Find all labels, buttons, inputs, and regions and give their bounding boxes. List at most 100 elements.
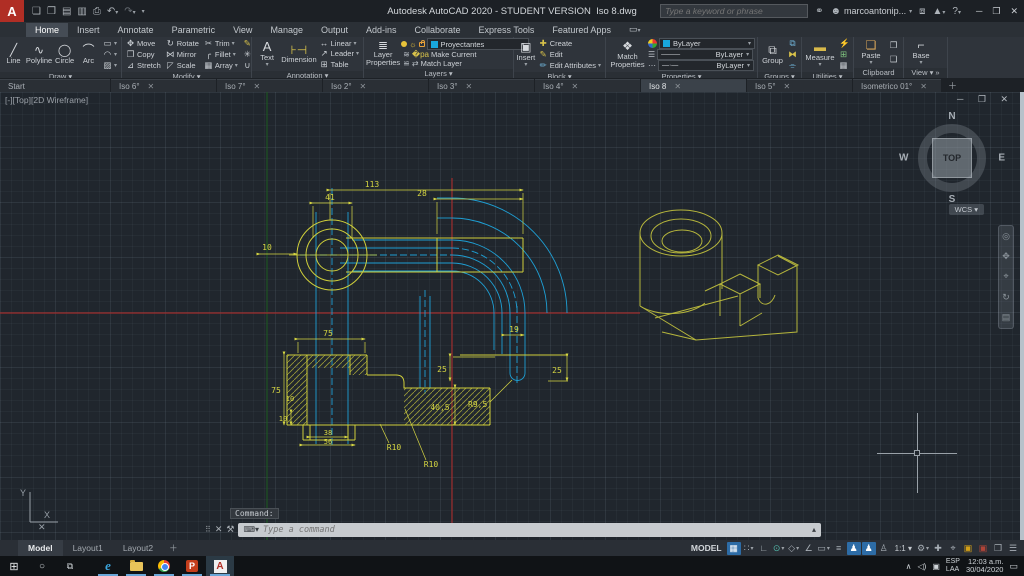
viewcube-west[interactable]: W	[899, 153, 908, 164]
search-icon[interactable]: ⚭	[815, 6, 823, 17]
measure-button[interactable]: ▬ Measure ▾	[804, 38, 836, 71]
signin-user[interactable]: ☻ marcoantonip... ▾	[831, 6, 913, 17]
command-expand-icon[interactable]: ▴	[812, 525, 816, 534]
create-block-button[interactable]: ✚ Create	[537, 38, 603, 49]
taskbar-clock[interactable]: 12:03 a.m. 30/04/2020	[966, 557, 1004, 575]
group-edit-button[interactable]: ⧓	[786, 49, 799, 60]
quick-select-button[interactable]: ⚡	[837, 38, 850, 49]
close-tab-icon[interactable]: ✕	[254, 82, 261, 91]
minimize-button[interactable]: ─	[976, 6, 982, 17]
dynamic-input-icon[interactable]: ▭ ▾	[817, 542, 831, 555]
quick-calc-button[interactable]: ⊞	[837, 49, 850, 60]
tab-collaborate[interactable]: Collaborate	[406, 23, 470, 37]
insert-button[interactable]: ▣ Insert ▾	[516, 38, 536, 71]
tab-manage[interactable]: Manage	[261, 23, 312, 37]
grid-toggle-icon[interactable]: ▦	[726, 541, 741, 555]
new-file-icon[interactable]: ❏	[32, 6, 41, 17]
command-close-icon[interactable]: ✕	[215, 524, 223, 535]
annotation-scale-value[interactable]: 1:1 ▾	[892, 544, 915, 553]
rotate-button[interactable]: ↻ Rotate	[164, 38, 201, 49]
close-tab-icon[interactable]: ✕	[360, 82, 367, 91]
hatch-button[interactable]: ▨ ▾	[101, 60, 119, 71]
autoscale-icon[interactable]: ♟	[861, 541, 876, 555]
viewcube-top-face[interactable]: TOP	[932, 138, 972, 178]
tab-annotate[interactable]: Annotate	[109, 23, 163, 37]
lineweight-icon[interactable]: ☰	[648, 50, 655, 59]
volume-icon[interactable]: ◁)	[918, 562, 927, 571]
file-tab-iso3[interactable]: Iso 3° ✕	[429, 79, 534, 92]
match-layer-button[interactable]: ≌ ⇄ Match Layer	[401, 59, 528, 68]
workspace-gear-icon[interactable]: ⚙ ▾	[916, 542, 930, 555]
copy-clip-button[interactable]: ❐	[887, 40, 900, 51]
viewport-window-buttons[interactable]: ─ ❐ ✕	[957, 94, 1014, 105]
mirror-button[interactable]: ⋈ Mirror	[164, 49, 201, 60]
chrome-taskbar-button[interactable]	[150, 556, 178, 576]
paste-button[interactable]: ❏ Paste ▾	[856, 38, 886, 67]
close-button[interactable]: ✕	[1010, 6, 1018, 17]
file-tab-iso6[interactable]: Iso 6° ✕	[111, 79, 216, 92]
layout-tab-layout2[interactable]: Layout2	[113, 540, 163, 556]
powerpoint-taskbar-button[interactable]: P	[178, 556, 206, 576]
help-search-box[interactable]	[660, 4, 809, 18]
model-space-label[interactable]: MODEL	[691, 543, 722, 553]
id-point-button[interactable]: ▦	[837, 60, 850, 71]
drawing-canvas[interactable]: 113 41 28 10 75 75 10 10 38 56 25 40,5 R…	[0, 92, 1024, 540]
command-input-wrap[interactable]: ⌨▾ ▴	[238, 522, 821, 537]
tab-addins[interactable]: Add-ins	[357, 23, 406, 37]
color-wheel-icon[interactable]	[648, 39, 657, 48]
command-input[interactable]	[263, 524, 808, 535]
close-tab-icon[interactable]: ✕	[674, 82, 681, 91]
start-button[interactable]: ⊞	[0, 556, 28, 576]
cut-clip-button[interactable]: ❑	[887, 54, 900, 65]
customize-statusbar-icon[interactable]: ☰	[1006, 542, 1020, 555]
save-as-icon[interactable]: ▥	[77, 6, 86, 17]
annotation-visibility-icon[interactable]: ♟	[846, 541, 861, 555]
layer-on-icon[interactable]	[401, 41, 408, 47]
isodraft-icon[interactable]: ◇ ▾	[787, 542, 801, 555]
ortho-toggle-icon[interactable]: ∟	[757, 542, 771, 555]
arc-button[interactable]: ⌒ Arc	[77, 38, 100, 71]
close-tab-icon[interactable]: ✕	[572, 82, 579, 91]
hidden-icons-chevron[interactable]: ∧	[906, 562, 912, 571]
layer-properties-button[interactable]: ≣ Layer Properties	[366, 38, 400, 68]
full-navigation-wheel-icon[interactable]: ◎	[1002, 231, 1010, 242]
text-button[interactable]: A Text ▾	[254, 38, 280, 70]
command-customize-icon[interactable]: ⚒	[226, 524, 234, 535]
lineweight-toggle-icon[interactable]: ≡	[832, 542, 846, 555]
array-button[interactable]: ▦ Array ▾	[202, 60, 240, 71]
circle-button[interactable]: ◯ Circle	[53, 38, 76, 71]
group-button[interactable]: ⧉ Group	[760, 38, 785, 71]
annotation-scale-icon[interactable]: ♙	[877, 542, 891, 555]
file-tab-iso5[interactable]: Iso 5° ✕	[747, 79, 852, 92]
zoom-extents-icon[interactable]: ⌖	[1003, 271, 1008, 282]
orbit-icon[interactable]: ↻	[1002, 292, 1010, 303]
viewcube[interactable]: N S W E TOP	[899, 111, 1005, 205]
table-button[interactable]: ⊞ Table	[318, 59, 361, 70]
ribbon-display-toggle-icon[interactable]: ▭▾	[620, 22, 650, 37]
redo-icon[interactable]: ↷▾	[124, 6, 135, 17]
tab-featured-apps[interactable]: Featured Apps	[543, 23, 620, 37]
panel-title-clipboard[interactable]: Clipboard	[854, 68, 903, 78]
file-tab-start[interactable]: Start	[0, 79, 110, 92]
tab-output[interactable]: Output	[312, 23, 357, 37]
canvas-scrollbar[interactable]	[1020, 92, 1024, 540]
polyline-button[interactable]: ∿ Polyline	[26, 38, 52, 71]
linetype-dropdown[interactable]: — · — ByLayer ▾	[658, 60, 754, 71]
plot-icon[interactable]: ⎙	[93, 6, 101, 17]
close-tab-icon[interactable]: ✕	[784, 82, 791, 91]
file-tab-isometrico01[interactable]: Isometrico 01° ✕	[853, 79, 941, 92]
dimension-button[interactable]: ⊦⊣ Dimension	[281, 38, 316, 70]
ungroup-button[interactable]: ⧉	[786, 38, 799, 49]
object-color-dropdown[interactable]: ByLayer ▾	[659, 38, 755, 49]
close-tab-icon[interactable]: ✕	[920, 82, 927, 91]
help-icon[interactable]: ?▾	[952, 6, 961, 17]
command-grip-icon[interactable]: ⠿	[205, 525, 211, 534]
file-tab-iso4[interactable]: Iso 4° ✕	[535, 79, 640, 92]
make-current-button[interactable]: ≋ �ра Make Current	[401, 50, 528, 59]
line-button[interactable]: ╱ Line	[2, 38, 25, 71]
tab-parametric[interactable]: Parametric	[163, 23, 225, 37]
autocad-taskbar-button[interactable]: A	[206, 556, 234, 576]
edit-attributes-button[interactable]: ✏ Edit Attributes ▾	[537, 60, 603, 71]
network-icon[interactable]: ▣	[932, 562, 940, 571]
tab-insert[interactable]: Insert	[68, 23, 109, 37]
